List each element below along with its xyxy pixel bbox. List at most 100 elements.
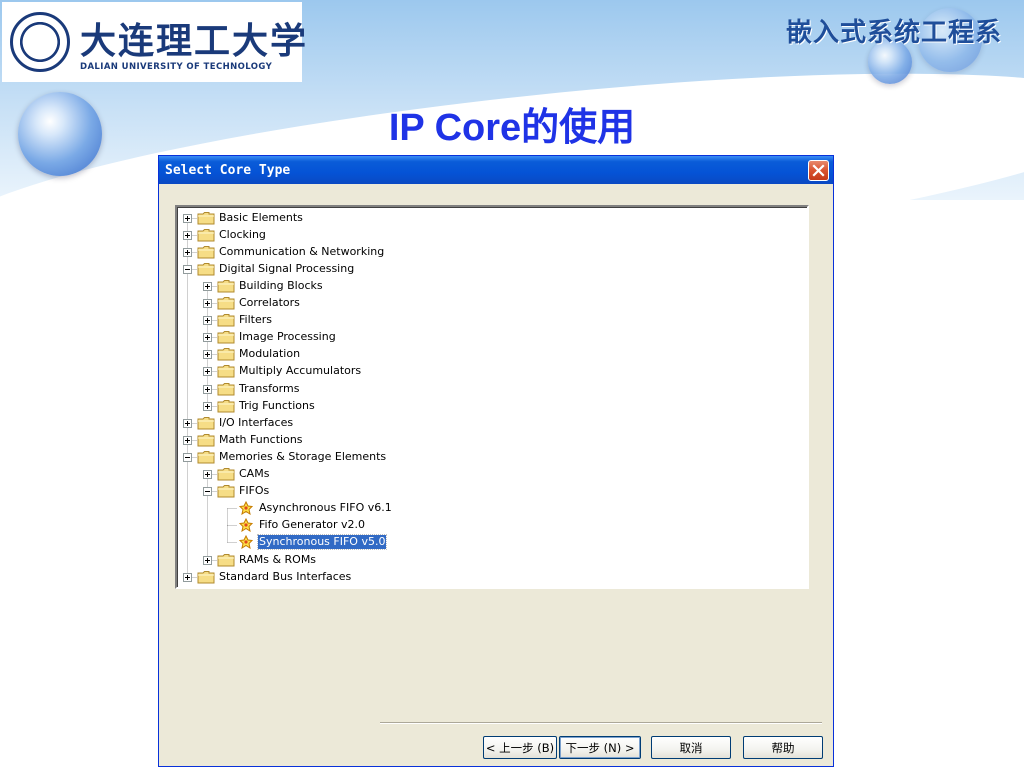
tree-folder-item[interactable]: Image Processing	[217, 329, 337, 346]
tree-core-item[interactable]: Asynchronous FIFO v6.1	[237, 500, 393, 517]
expand-icon[interactable]	[203, 385, 212, 394]
tree-item-label: Fifo Generator v2.0	[259, 518, 366, 532]
tree-item-label: Correlators	[239, 296, 300, 309]
tree-folder-item[interactable]: Correlators	[217, 295, 301, 312]
tree-item-label: Filters	[239, 313, 272, 327]
tree-item-label: RAMs & ROMs	[239, 552, 317, 566]
expand-icon[interactable]	[203, 367, 212, 376]
folder-icon	[217, 296, 235, 310]
department-name: 嵌入式系统工程系	[785, 18, 1002, 48]
expand-icon[interactable]	[203, 470, 212, 479]
tree-folder-item[interactable]: Trig Functions	[217, 397, 316, 414]
expand-icon[interactable]	[203, 299, 212, 308]
tree-item-label: Memories & Storage Elements	[219, 449, 387, 463]
tree-item-label: Transforms	[239, 381, 300, 395]
tree-item-label: Multiply Accumulators	[239, 364, 362, 378]
tree-folder-item[interactable]: Modulation	[217, 346, 301, 363]
expand-icon[interactable]	[183, 573, 192, 582]
tree-item-label: Building Blocks	[239, 278, 323, 292]
tree-folder-item[interactable]: Transforms	[217, 380, 300, 397]
tree-item-label: Communication & Networking	[219, 244, 385, 258]
help-button[interactable]: 帮助	[743, 736, 823, 759]
tree-item-label: Digital Signal Processing	[219, 261, 355, 275]
logo-chinese-name: 大连理工大学	[80, 20, 309, 62]
close-icon	[812, 164, 825, 177]
tree-folder-item[interactable]: I/O Interfaces	[197, 414, 294, 431]
tree-core-item[interactable]: Synchronous FIFO v5.0	[237, 534, 388, 551]
ip-core-icon	[237, 518, 255, 533]
tree-folder-item[interactable]: Filters	[217, 312, 273, 329]
tree-folder-item[interactable]: Standard Bus Interfaces	[197, 568, 352, 585]
folder-icon	[217, 553, 235, 567]
university-seal-icon	[10, 12, 70, 72]
tree-item-label: Image Processing	[239, 330, 336, 344]
collapse-icon[interactable]	[183, 453, 192, 462]
expand-icon[interactable]	[203, 556, 212, 565]
cancel-button[interactable]: 取消	[651, 736, 731, 759]
expand-icon[interactable]	[183, 419, 192, 428]
tree-folder-item[interactable]: Digital Signal Processing	[197, 260, 355, 277]
folder-icon	[197, 228, 215, 242]
folder-icon	[197, 450, 215, 464]
logo-english-name: DALIAN UNIVERSITY OF TECHNOLOGY	[80, 62, 273, 72]
tree-folder-item[interactable]: Basic Elements	[197, 209, 304, 226]
tree-item-label: Synchronous FIFO v5.0	[256, 534, 388, 551]
back-button[interactable]: < 上一步 (B)	[483, 736, 557, 759]
close-button[interactable]	[808, 160, 829, 181]
tree-folder-item[interactable]: RAMs & ROMs	[217, 551, 317, 568]
tree-item-label: CAMs	[239, 467, 270, 480]
folder-icon	[217, 364, 235, 378]
folder-icon	[217, 347, 235, 361]
folder-icon	[197, 416, 215, 430]
folder-icon	[217, 467, 235, 481]
tree-folder-item[interactable]: FIFOs	[217, 483, 270, 500]
folder-icon	[197, 433, 215, 447]
expand-icon[interactable]	[183, 436, 192, 445]
collapse-icon[interactable]	[183, 265, 192, 274]
tree-item-label: Asynchronous FIFO v6.1	[259, 501, 392, 515]
folder-icon	[217, 279, 235, 293]
select-core-type-dialog: Select Core Type Basic Elements Clocking C…	[158, 155, 834, 767]
expand-icon[interactable]	[203, 350, 212, 359]
tree-item-label: I/O Interfaces	[219, 415, 294, 429]
dialog-titlebar[interactable]: Select Core Type	[159, 156, 833, 184]
tree-item-label: Trig Functions	[239, 398, 315, 412]
slide-title: IP Core的使用	[388, 107, 636, 149]
folder-icon	[197, 211, 215, 225]
university-logo: 大连理工大学 DALIAN UNIVERSITY OF TECHNOLOGY	[2, 2, 306, 82]
tree-item-label: Math Functions	[219, 432, 303, 446]
folder-icon	[217, 330, 235, 344]
tree-folder-item[interactable]: Communication & Networking	[197, 243, 385, 260]
ip-core-icon	[237, 501, 255, 516]
dialog-title: Select Core Type	[165, 163, 291, 178]
folder-icon	[197, 262, 215, 276]
tree-item-label: Basic Elements	[219, 210, 303, 224]
folder-icon	[217, 313, 235, 327]
expand-icon[interactable]	[203, 282, 212, 291]
folder-icon	[217, 382, 235, 396]
tree-item-label: Modulation	[239, 347, 301, 361]
tree-folder-item[interactable]: Math Functions	[197, 431, 304, 448]
core-type-tree[interactable]: Basic Elements Clocking Communication & Ne…	[175, 205, 809, 589]
tree-item-label: Standard Bus Interfaces	[219, 569, 352, 583]
tree-folder-item[interactable]: Memories & Storage Elements	[197, 448, 387, 465]
tree-folder-item[interactable]: Building Blocks	[217, 277, 324, 294]
expand-icon[interactable]	[183, 248, 192, 257]
tree-item-label: FIFOs	[239, 484, 270, 498]
tree-core-item[interactable]: Fifo Generator v2.0	[237, 517, 366, 534]
collapse-icon[interactable]	[203, 487, 212, 496]
expand-icon[interactable]	[203, 333, 212, 342]
expand-icon[interactable]	[203, 402, 212, 411]
tree-folder-item[interactable]: Clocking	[197, 226, 267, 243]
tree-item-label: Clocking	[219, 227, 266, 241]
next-button[interactable]: 下一步 (N) >	[559, 736, 641, 759]
tree-folder-item[interactable]: Multiply Accumulators	[217, 363, 362, 380]
button-separator	[380, 722, 822, 724]
folder-icon	[217, 399, 235, 413]
expand-icon[interactable]	[183, 214, 192, 223]
expand-icon[interactable]	[183, 231, 192, 240]
folder-icon	[197, 570, 215, 584]
expand-icon[interactable]	[203, 316, 212, 325]
tree-folder-item[interactable]: CAMs	[217, 466, 270, 483]
folder-icon	[217, 484, 235, 498]
